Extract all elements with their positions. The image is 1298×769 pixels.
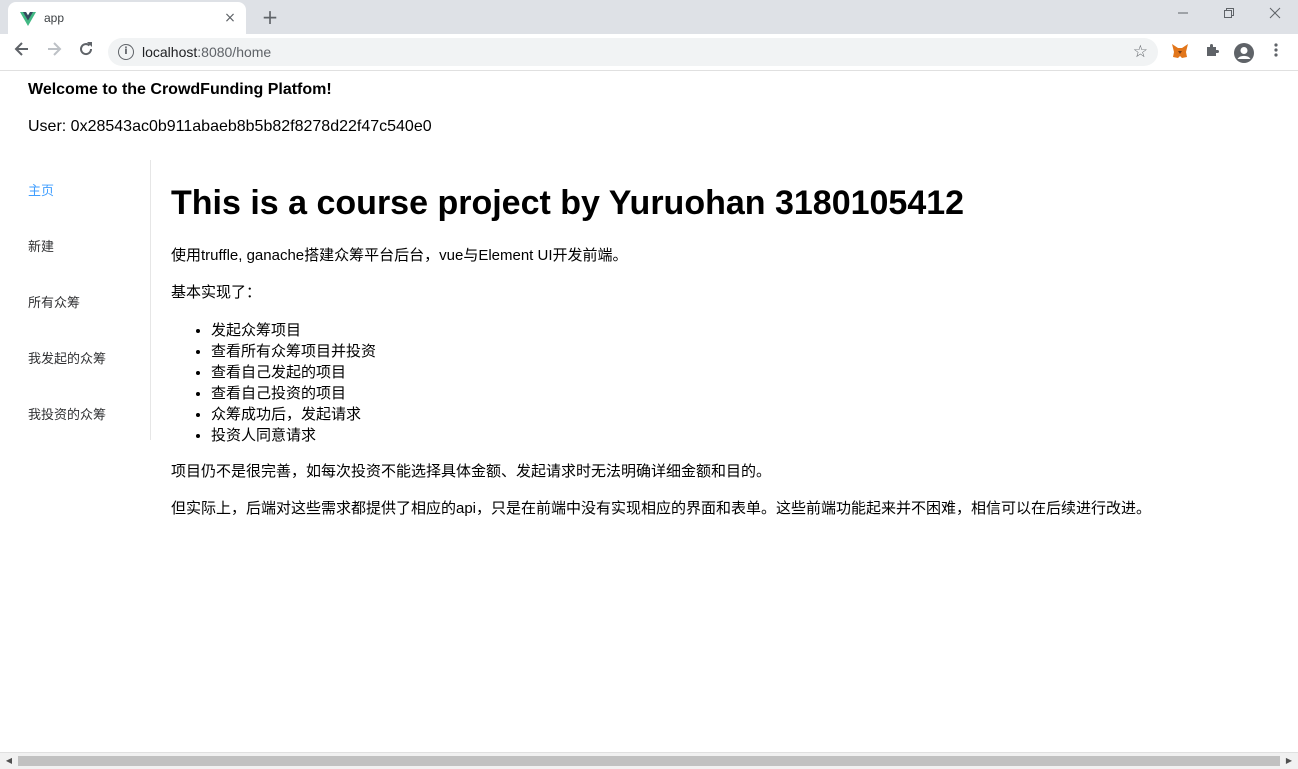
welcome-heading: Welcome to the CrowdFunding Platfom!: [28, 81, 332, 98]
page-content: Welcome to the CrowdFunding Platfom! Use…: [0, 71, 1298, 752]
scroll-left-icon[interactable]: ◀: [3, 755, 15, 767]
metamask-fox-icon[interactable]: [1170, 42, 1190, 62]
main-content: This is a course project by Yuruohan 318…: [171, 181, 1281, 517]
basic-paragraph: 基本实现了：: [171, 284, 262, 301]
forward-icon[interactable]: [42, 40, 66, 64]
close-window-icon[interactable]: [1252, 4, 1298, 26]
page-title: This is a course project by Yuruohan 318…: [171, 184, 965, 222]
profile-avatar-icon[interactable]: [1233, 42, 1254, 63]
info-icon[interactable]: i: [118, 44, 134, 60]
url-host: localhost: [142, 44, 198, 60]
feature-list: 发起众筹项目 查看所有众筹项目并投资 查看自己发起的项目 查看自己投资的项目 众…: [171, 320, 376, 446]
list-item: 发起众筹项目: [211, 320, 376, 341]
restore-icon[interactable]: [1206, 4, 1252, 26]
sidebar-item-all-fundings[interactable]: 所有众筹: [28, 292, 80, 311]
tab-strip: app × +: [0, 0, 1298, 34]
browser-tab[interactable]: app ×: [8, 2, 246, 34]
bookmark-star-icon[interactable]: ☆: [1133, 42, 1148, 62]
note-paragraph-2: 但实际上，后端对这些需求都提供了相应的api，只是在前端中没有实现相应的界面和表…: [171, 500, 1152, 517]
menu-dots-icon[interactable]: [1266, 42, 1286, 62]
note-paragraph-1: 项目仍不是很完善，如每次投资不能选择具体金额、发起请求时无法明确详细金额和目的。: [171, 463, 772, 480]
extensions-puzzle-icon[interactable]: [1202, 42, 1222, 62]
list-item: 查看自己发起的项目: [211, 362, 376, 383]
back-icon[interactable]: [10, 40, 34, 64]
browser-toolbar: i localhost:8080/home ☆: [0, 34, 1298, 71]
new-tab-button[interactable]: +: [258, 6, 282, 28]
list-item: 查看自己投资的项目: [211, 383, 376, 404]
scroll-right-icon[interactable]: ▶: [1283, 755, 1295, 767]
user-address: User: 0x28543ac0b911abaeb8b5b82f8278d22f…: [28, 118, 432, 135]
list-item: 众筹成功后，发起请求: [211, 404, 376, 425]
horizontal-scrollbar[interactable]: ◀ ▶: [0, 752, 1298, 769]
url-path: :8080/home: [197, 44, 272, 60]
minimize-icon[interactable]: [1160, 4, 1206, 26]
sidebar-item-my-invested[interactable]: 我投资的众筹: [28, 404, 106, 423]
scrollbar-thumb[interactable]: [18, 756, 1280, 766]
list-item: 投资人同意请求: [211, 425, 376, 446]
close-tab-icon[interactable]: ×: [222, 10, 238, 26]
sidebar-item-home[interactable]: 主页: [28, 180, 54, 199]
tab-title: app: [44, 11, 65, 25]
vue-logo-icon: [20, 11, 36, 27]
sidebar-menu: 主页 新建 所有众筹 我发起的众筹 我投资的众筹: [0, 160, 151, 440]
url-text[interactable]: localhost:8080/home: [142, 44, 271, 60]
sidebar-item-new[interactable]: 新建: [28, 236, 54, 255]
reload-icon[interactable]: [74, 40, 98, 64]
sidebar-item-my-initiated[interactable]: 我发起的众筹: [28, 348, 106, 367]
intro-paragraph: 使用truffle, ganache搭建众筹平台后台，vue与Element U…: [171, 247, 628, 264]
list-item: 查看所有众筹项目并投资: [211, 341, 376, 362]
address-bar[interactable]: i localhost:8080/home ☆: [108, 38, 1158, 66]
